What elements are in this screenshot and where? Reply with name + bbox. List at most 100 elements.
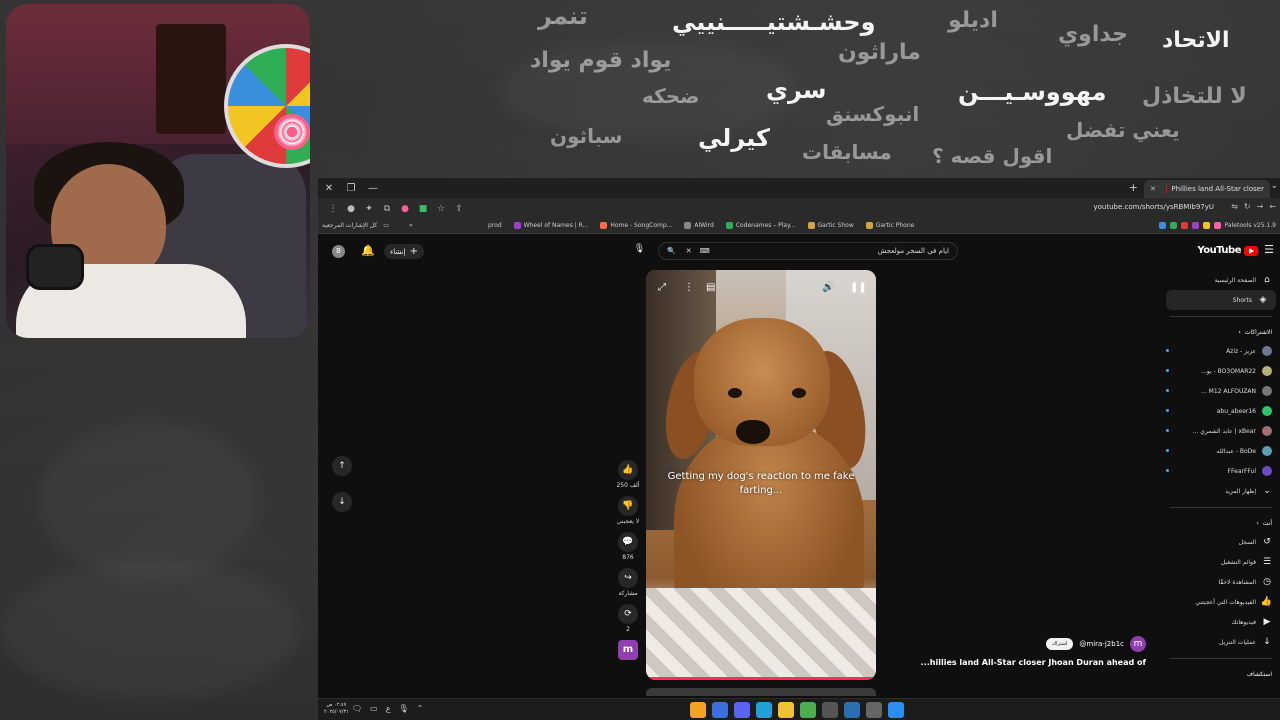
bookmark-star-icon[interactable]: ☆ — [432, 204, 450, 214]
restore-window-icon[interactable]: ❐ — [340, 178, 362, 198]
bookmark-item[interactable]: AlWird — [684, 222, 714, 229]
all-bookmarks-label[interactable]: كل الإشارات المرجعية — [322, 222, 377, 229]
channel-avatar[interactable]: m — [618, 640, 638, 660]
extension-icon[interactable] — [1213, 222, 1221, 229]
edge-icon[interactable] — [756, 702, 772, 718]
search-box[interactable]: 🔍 ✕ ⌨ ايام في السحر مولعجش — [658, 242, 958, 260]
minimize-window-icon[interactable]: — — [362, 178, 384, 198]
volume-icon[interactable]: 🔊 — [822, 282, 834, 293]
share-icon[interactable]: ⇪ — [450, 204, 468, 214]
site-settings-icon[interactable]: ⇋ — [1231, 202, 1238, 211]
create-button[interactable]: إنشاء + — [384, 244, 424, 259]
sidebar-subscription-item[interactable]: M12 ALFOUZAN ... — [1162, 381, 1280, 401]
show-more-button[interactable]: ⌄ إظهار المزيد — [1162, 481, 1280, 501]
sidebar-item-home[interactable]: ⌂ الصفحة الرئيسية — [1162, 270, 1280, 290]
search-input[interactable]: ايام في السحر مولعجش — [718, 247, 949, 255]
tab-close-icon[interactable]: ✕ — [1150, 185, 1156, 193]
sidebar-you-item[interactable]: ↺ السجل — [1162, 532, 1280, 552]
extension-icon[interactable] — [1158, 222, 1166, 229]
app-icon[interactable] — [712, 702, 728, 718]
youtube-logo[interactable]: YouTube — [1197, 245, 1258, 256]
sidebar-subscription-item[interactable]: BoDe - عبدالله — [1162, 441, 1280, 461]
sidebar-subscription-item[interactable]: abu_abeer16 — [1162, 401, 1280, 421]
sidebar-you-item[interactable]: ▶ فيديوهاتك — [1162, 612, 1280, 632]
next-short-title[interactable]: ...hillies land All-Star closer Jhoan Du… — [916, 658, 1146, 667]
subscriptions-header[interactable]: الاشتراكات › — [1162, 323, 1280, 341]
language-indicator[interactable]: ع — [386, 704, 391, 713]
search-icon[interactable]: 🔍 — [667, 247, 676, 255]
notifications-bell-icon[interactable]: 🔔 — [361, 244, 375, 257]
dislike-icon[interactable]: 👎 — [618, 496, 638, 516]
extensions-icon[interactable]: ✦ — [360, 204, 378, 214]
voice-search-icon[interactable]: 🎙 — [632, 244, 647, 259]
next-short-button[interactable]: ↓ — [332, 492, 352, 512]
more-options-icon[interactable]: ⋮ — [684, 282, 694, 293]
extension-icon[interactable] — [1202, 222, 1210, 229]
sidebar-item-shorts[interactable]: ◈ Shorts — [1166, 290, 1276, 310]
clock[interactable]: ٠٢:٤٧ ص ٢٠٢٥/٠٧/٣١ — [324, 702, 349, 716]
folder-icon[interactable] — [778, 702, 794, 718]
next-short-preview[interactable] — [646, 688, 876, 696]
channel-handle[interactable]: @mira-j2b1c — [1079, 640, 1124, 648]
subscribe-button[interactable]: اشتراك — [1046, 638, 1074, 650]
share-icon[interactable]: ↪ — [618, 568, 638, 588]
app-icon[interactable] — [690, 702, 706, 718]
extension-icon[interactable] — [1169, 222, 1177, 229]
comment-icon[interactable]: 💬 — [618, 532, 638, 552]
bookmark-item[interactable]: Wheel of Names | R... — [513, 222, 588, 229]
like-icon[interactable]: 👍 — [618, 460, 638, 480]
extension-icon[interactable] — [1180, 222, 1188, 229]
sidebar-you-item[interactable]: 👍 الفيديوهات التي أعجبتني — [1162, 592, 1280, 612]
sidebar-you-item[interactable]: ↓ عمليات التنزيل — [1162, 632, 1280, 652]
sidebar-subscription-item[interactable]: xBear | عابد الشمري ... — [1162, 421, 1280, 441]
chrome-icon[interactable] — [800, 702, 816, 718]
browser-tab[interactable]: ✕ Phillies land All-Star closer — [1144, 180, 1270, 198]
back-icon[interactable]: ← — [1269, 202, 1276, 211]
menu-kebab-icon[interactable]: ⋮ — [324, 204, 342, 214]
reading-list-icon[interactable]: ⧉ — [378, 204, 396, 214]
bookmark-item[interactable]: prod — [488, 222, 502, 229]
forward-icon[interactable]: → — [1257, 202, 1264, 211]
new-tab-icon[interactable]: + — [1129, 181, 1138, 194]
hamburger-menu-icon[interactable]: ☰ — [1264, 243, 1274, 256]
video-progress-bar[interactable] — [646, 677, 876, 680]
app-icon[interactable] — [822, 702, 838, 718]
sidebar-subscription-item[interactable]: عزيز - Aziz — [1162, 341, 1280, 361]
chevron-up-icon[interactable]: ⌃ — [417, 704, 424, 713]
sidebar-subscription-item[interactable]: BO3OMAR22 - بو... — [1162, 361, 1280, 381]
account-avatar[interactable]: B — [332, 245, 345, 258]
sidebar-subscription-item[interactable]: FFearFFul — [1162, 461, 1280, 481]
chevron-down-icon[interactable]: ⌄ — [1270, 181, 1278, 191]
clear-search-icon[interactable]: ✕ — [686, 247, 692, 255]
bookmark-item[interactable]: Gartic Show — [807, 222, 854, 229]
close-window-icon[interactable]: ✕ — [318, 178, 340, 198]
profile-icon[interactable]: ● — [342, 204, 360, 214]
captions-icon[interactable]: ▤ — [706, 282, 715, 293]
keyboard-icon[interactable]: ⌨ — [700, 247, 710, 255]
extension-label[interactable]: Paletools v25.1.9 — [1225, 222, 1276, 229]
you-header[interactable]: أنت › — [1162, 514, 1280, 532]
bookmark-item[interactable]: Codenames – Play... — [725, 222, 796, 229]
reload-icon[interactable]: ↻ — [1244, 202, 1251, 211]
previous-short-button[interactable]: ↑ — [332, 456, 352, 476]
remix-icon[interactable]: ⟳ — [618, 604, 638, 624]
display-icon[interactable]: ▭ — [370, 704, 378, 713]
address-bar[interactable]: youtube.com/shorts/ysRBMIb97yU — [1094, 203, 1215, 211]
short-video-player[interactable]: ⤢ ⋮ ▤ 🔊 ❚❚ Getting my dog's reaction to … — [646, 270, 876, 680]
extension-pink-icon[interactable]: ● — [396, 204, 414, 214]
extension-green-icon[interactable]: ■ — [414, 204, 432, 214]
app-icon[interactable] — [844, 702, 860, 718]
bookmark-item[interactable]: Gartic Phone — [865, 222, 914, 229]
fullscreen-icon[interactable]: ⤢ — [658, 282, 666, 293]
sidebar-you-item[interactable]: ☰ قوائم التشغيل — [1162, 552, 1280, 572]
sidebar-you-item[interactable]: ◷ المشاهدة لاحقًا — [1162, 572, 1280, 592]
chevron-left-icon[interactable]: « — [409, 222, 413, 229]
extension-icon[interactable] — [1191, 222, 1199, 229]
notification-icon[interactable]: 🗨 — [352, 704, 362, 713]
folder-icon[interactable]: ▭ — [383, 222, 389, 229]
windows-start-icon[interactable] — [888, 702, 904, 718]
mic-icon[interactable]: 🎙 — [399, 704, 409, 713]
discord-icon[interactable] — [734, 702, 750, 718]
settings-icon[interactable] — [866, 702, 882, 718]
channel-avatar[interactable]: m — [1130, 636, 1146, 652]
